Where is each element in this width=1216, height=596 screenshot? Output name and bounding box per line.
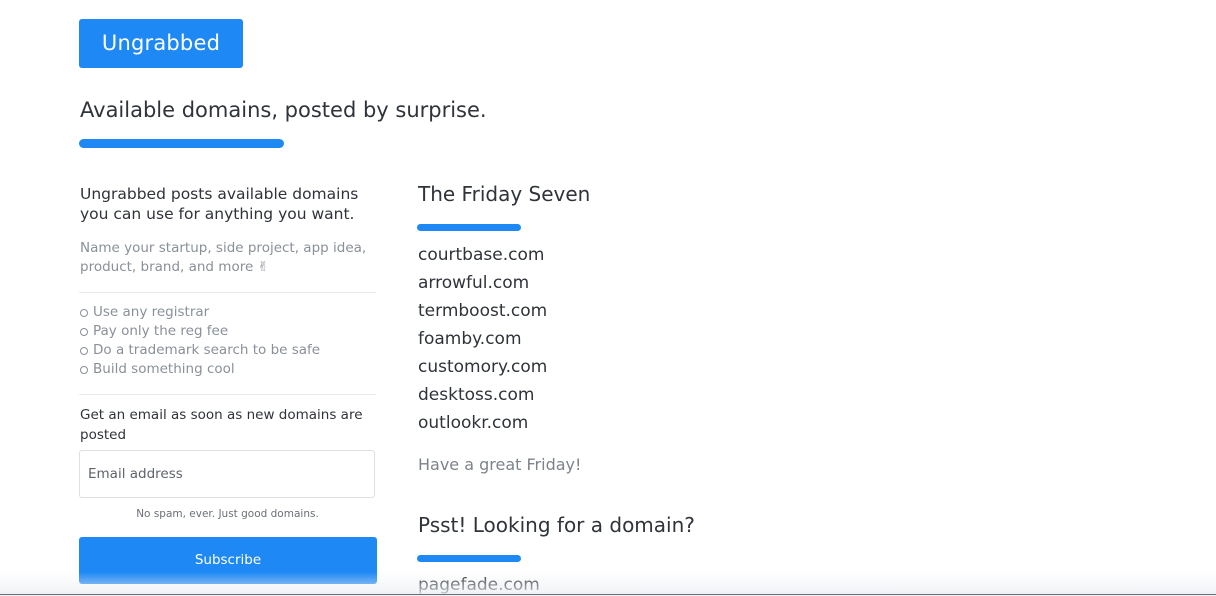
- tip-item: Build something cool: [80, 360, 320, 379]
- tagline-underline: [79, 139, 284, 148]
- post-title: The Friday Seven: [418, 182, 591, 206]
- domain-item[interactable]: customory.com: [418, 355, 547, 383]
- tip-item: Do a trademark search to be safe: [80, 341, 320, 360]
- domain-item[interactable]: foamby.com: [418, 327, 547, 355]
- domain-item[interactable]: outlookr.com: [418, 411, 547, 439]
- no-spam-note: No spam, ever. Just good domains.: [136, 508, 319, 520]
- signoff-text: Have a great Friday!: [418, 455, 582, 474]
- promo-domain-link[interactable]: pagefade.com: [418, 575, 540, 595]
- promo-title: Psst! Looking for a domain?: [418, 513, 695, 537]
- circle-bullet-icon: [80, 308, 88, 317]
- divider: [79, 394, 376, 395]
- email-prompt: Get an email as soon as new domains are …: [80, 407, 363, 443]
- tip-label: Use any registrar: [93, 304, 210, 320]
- domain-item[interactable]: courtbase.com: [418, 243, 547, 271]
- circle-bullet-icon: [80, 327, 88, 336]
- window-bottom-edge: [0, 594, 1216, 595]
- domain-list: courtbase.com arrowful.com termboost.com…: [418, 243, 547, 439]
- domain-item[interactable]: desktoss.com: [418, 383, 547, 411]
- tip-item: Use any registrar: [80, 303, 320, 322]
- tip-label: Do a trademark search to be safe: [93, 342, 321, 358]
- subscribe-button[interactable]: Subscribe: [79, 537, 377, 584]
- page: Ungrabbed Available domains, posted by s…: [0, 0, 1216, 596]
- domain-item[interactable]: termboost.com: [418, 299, 547, 327]
- intro-text: Ungrabbed posts available domains you ca…: [80, 185, 359, 223]
- sub-intro-text: Name your startup, side project, app ide…: [80, 240, 367, 275]
- circle-bullet-icon: [80, 346, 88, 355]
- tip-label: Pay only the reg fee: [93, 323, 229, 339]
- post-title-underline: [417, 224, 521, 231]
- divider: [79, 292, 376, 293]
- circle-bullet-icon: [80, 365, 88, 374]
- logo-button[interactable]: Ungrabbed: [79, 19, 243, 68]
- tip-item: Pay only the reg fee: [80, 322, 320, 341]
- promo-title-underline: [417, 555, 521, 562]
- tip-label: Build something cool: [93, 361, 235, 377]
- tagline: Available domains, posted by surprise.: [80, 98, 487, 122]
- tips-list: Use any registrar Pay only the reg fee D…: [80, 303, 320, 379]
- email-field[interactable]: [79, 450, 375, 498]
- domain-item[interactable]: arrowful.com: [418, 271, 547, 299]
